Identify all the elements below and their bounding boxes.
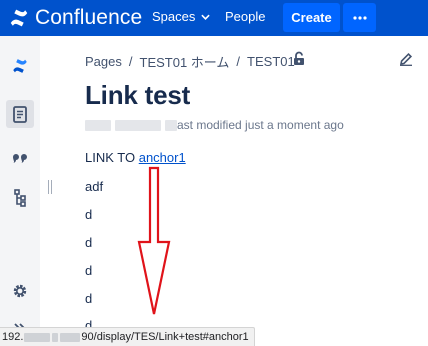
status-url-start: 192. bbox=[2, 331, 24, 343]
redacted-author bbox=[115, 119, 161, 131]
redacted-ip bbox=[24, 332, 51, 342]
breadcrumb-separator: / bbox=[236, 54, 241, 69]
sidebar-item-page-tree[interactable] bbox=[6, 184, 34, 212]
redacted-author bbox=[85, 119, 111, 131]
breadcrumb-item-parent-page[interactable]: TEST01 bbox=[247, 54, 295, 69]
settings-icon bbox=[13, 284, 27, 298]
spaces-menu[interactable]: Spaces bbox=[152, 9, 211, 24]
body-line: d bbox=[85, 263, 93, 278]
sidebar-item-blog[interactable] bbox=[6, 143, 34, 171]
browser-status-bar: 192. 90/display/TES/Link+test#anchor1 bbox=[0, 327, 255, 346]
space-logo-button[interactable] bbox=[6, 52, 34, 80]
edit-icon[interactable] bbox=[399, 52, 413, 66]
breadcrumb-separator: / bbox=[128, 54, 133, 69]
confluence-logo-icon bbox=[13, 59, 27, 73]
link-prefix-text: LINK TO bbox=[85, 150, 139, 165]
logo-text: Confluence bbox=[35, 6, 143, 29]
space-settings-button[interactable] bbox=[6, 277, 34, 305]
create-button[interactable]: Create bbox=[283, 3, 340, 32]
people-link[interactable]: People bbox=[225, 9, 265, 24]
more-create-options-button[interactable] bbox=[343, 3, 376, 32]
spaces-label: Spaces bbox=[152, 9, 196, 24]
redacted-ip bbox=[52, 332, 59, 342]
page-title: Link test bbox=[85, 80, 191, 110]
unlock-icon[interactable] bbox=[292, 51, 306, 66]
breadcrumb: Pages / TEST01 ホーム / TEST01 bbox=[85, 52, 295, 71]
body-line: d bbox=[85, 207, 93, 222]
status-url-end: 90/display/TES/Link+test#anchor1 bbox=[81, 331, 249, 343]
page-byline: ast modified just a moment ago bbox=[85, 118, 344, 132]
breadcrumb-item-pages[interactable]: Pages bbox=[85, 54, 122, 69]
redacted-author bbox=[165, 119, 177, 131]
quote-icon bbox=[13, 154, 27, 163]
last-modified-text: ast modified just a moment ago bbox=[177, 118, 344, 132]
body-line: d bbox=[85, 235, 93, 250]
sidebar-item-pages[interactable] bbox=[6, 100, 34, 128]
ellipsis-icon bbox=[352, 15, 367, 20]
chevron-down-icon bbox=[201, 14, 211, 20]
body-line: adf bbox=[85, 179, 104, 194]
confluence-logo-icon bbox=[10, 9, 28, 27]
redacted-ip bbox=[60, 332, 81, 342]
breadcrumb-item-space-home[interactable]: TEST01 ホーム bbox=[140, 52, 230, 71]
sidebar-resize-handle[interactable] bbox=[48, 180, 52, 194]
page-tree-icon bbox=[14, 189, 26, 207]
red-arrow-annotation bbox=[137, 166, 171, 315]
top-navigation-bar: Confluence Spaces People Create bbox=[0, 0, 428, 36]
page-icon bbox=[13, 105, 27, 123]
body-line: d bbox=[85, 291, 93, 306]
left-sidebar bbox=[0, 36, 40, 346]
confluence-logo[interactable]: Confluence bbox=[8, 5, 142, 31]
